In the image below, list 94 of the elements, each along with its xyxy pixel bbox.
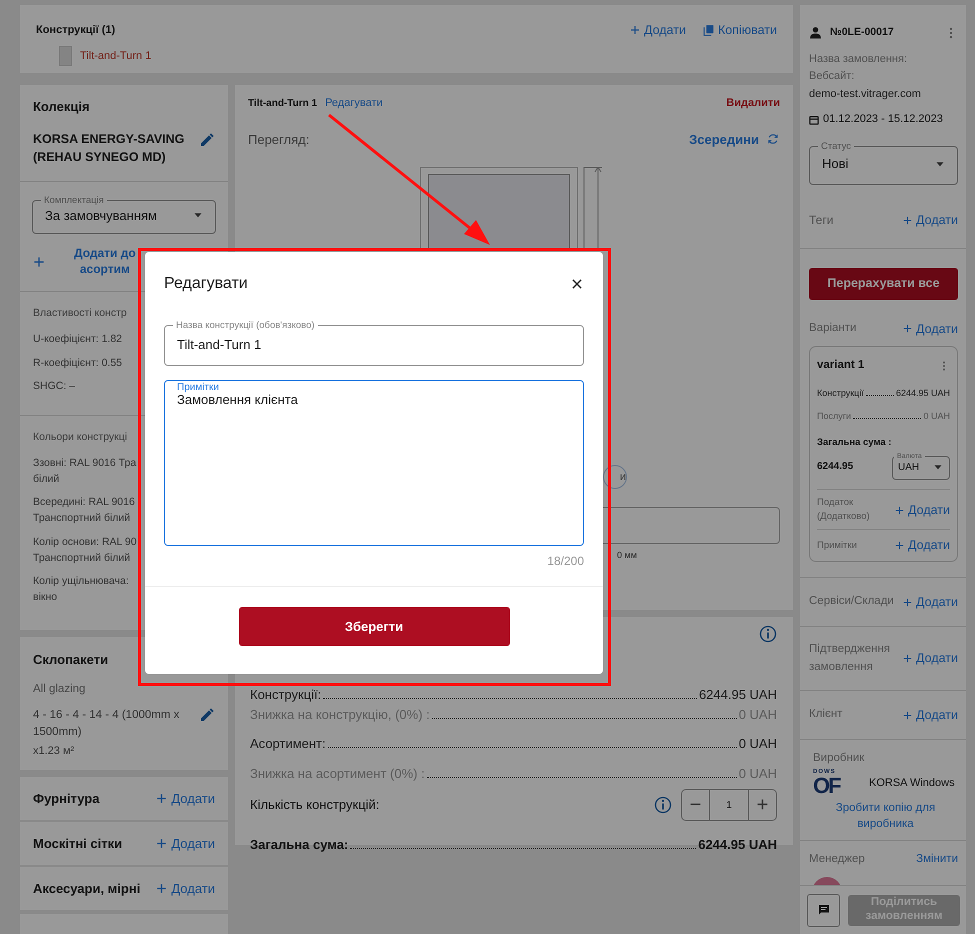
property-text: R-коефіцієнт: 0.55 bbox=[33, 356, 122, 371]
property-text: Колір ущільнювача: вікно bbox=[33, 574, 129, 606]
section-title: Властивості констр bbox=[33, 306, 127, 322]
change-link[interactable]: Змінити bbox=[916, 850, 958, 868]
view-label: Перегляд: bbox=[248, 130, 310, 149]
view-toggle[interactable]: Зсередини bbox=[689, 130, 780, 149]
copy-link[interactable]: Копіювати bbox=[702, 21, 777, 40]
date-range: 01.12.2023 - 15.12.2023 bbox=[823, 112, 943, 128]
variant-name: variant 1 bbox=[817, 358, 864, 374]
section-title: Сервіси/Склади bbox=[809, 594, 895, 610]
variant-total-label: Загальна сума : bbox=[817, 436, 892, 450]
delete-link[interactable]: Видалити bbox=[726, 95, 780, 112]
section-title: Клієнт bbox=[809, 707, 844, 722]
website-text: demo-test.vitrager.com bbox=[809, 86, 922, 102]
property-text: U-коефіцієнт: 1.82 bbox=[33, 332, 122, 347]
construction-tab[interactable]: Tilt-and-Turn 1 bbox=[80, 48, 152, 64]
add-link[interactable]: Додати bbox=[155, 788, 215, 808]
variant-row-value: 0 UAH bbox=[923, 410, 950, 423]
quantity-label: Кількість конструкцій: bbox=[250, 796, 380, 814]
section-title: Аксесуари, мірні bbox=[33, 880, 140, 898]
field-label: Назва конструкції (обов'язково) bbox=[175, 321, 316, 330]
name-field[interactable]: Назва конструкції (обов'язково) Tilt-and-Turn 1 bbox=[164, 321, 584, 366]
add-link[interactable]: Додати bbox=[902, 210, 958, 230]
glazing-area: x1.23 м² bbox=[33, 743, 215, 760]
property-text: SHGC: – bbox=[33, 379, 76, 394]
section-title: Підтвердження замовлення bbox=[809, 642, 892, 674]
variant-total: 6244.95 bbox=[817, 460, 854, 474]
website-label: Вебсайт: bbox=[809, 69, 856, 84]
glazing-subtitle: All glazing bbox=[33, 682, 86, 696]
section-title: Менеджер bbox=[809, 852, 865, 867]
dialog-title: Редагувати bbox=[164, 274, 248, 294]
variant-row-value: 6244.95 UAH bbox=[896, 386, 950, 400]
field-label: Статус bbox=[820, 142, 852, 152]
summary-label: Знижка на асортимент (0%) : bbox=[250, 764, 425, 783]
summary-value: 0 UAH bbox=[738, 764, 777, 782]
minus-button[interactable]: − bbox=[682, 790, 709, 820]
section-title: Виробник bbox=[813, 751, 866, 766]
summary-value: 0 UAH bbox=[738, 706, 777, 724]
variant-row-label: Послуги bbox=[817, 410, 852, 423]
summary-label: Конструкції: bbox=[250, 686, 322, 704]
add-link[interactable]: Додати bbox=[902, 649, 958, 668]
section-title: Фурнітура bbox=[33, 790, 100, 808]
size-text: 0 мм bbox=[617, 549, 637, 562]
section-title: Податок (Додатково) bbox=[817, 496, 871, 524]
section-title: Примітки bbox=[817, 538, 858, 552]
add-assortment-link[interactable]: Додати до асортим bbox=[74, 246, 136, 278]
status-select[interactable]: Статус Нові bbox=[809, 142, 958, 185]
add-link[interactable]: Додати bbox=[902, 320, 958, 338]
manufacturer-name: KORSA Windows bbox=[869, 776, 955, 791]
quantity-value: 1 bbox=[709, 790, 749, 820]
select-value: UAH bbox=[898, 460, 920, 475]
add-link[interactable]: Додати bbox=[894, 536, 950, 555]
select-value: За замовчуванням bbox=[45, 206, 158, 225]
section-title: Склопакети bbox=[33, 651, 110, 669]
total-label: Загальна сума: bbox=[250, 836, 348, 854]
construction-name: Tilt-and-Turn 1 bbox=[248, 96, 318, 111]
summary-label: Знижка на конструкцію, (0%) : bbox=[250, 706, 430, 724]
field-label: Примітки bbox=[177, 382, 220, 393]
property-text: Колір основи: RAL 90 Транспортний білий bbox=[33, 534, 137, 566]
plus-button[interactable]: + bbox=[749, 790, 776, 820]
logo-text: OF bbox=[813, 775, 840, 798]
collection-name: KORSA ENERGY-SAVING (REHAU SYNEGO MD) bbox=[33, 130, 186, 166]
section-title: Москітні сітки bbox=[33, 834, 122, 853]
copy-for-manufacturer-link[interactable]: Зробити копію для виробника bbox=[813, 801, 958, 832]
property-text: Всередині: RAL 9016 Транспортний білий bbox=[33, 495, 135, 526]
summary-value: 6244.95 UAH bbox=[698, 686, 777, 704]
notes-field[interactable]: Примітки Замовлення клієнта bbox=[164, 380, 584, 546]
section-title: Колекція bbox=[33, 98, 91, 116]
add-link[interactable]: Додати bbox=[155, 834, 215, 854]
property-text: Ззовні: RAL 9016 Тра білий bbox=[33, 456, 136, 487]
edit-link[interactable]: Редагувати bbox=[325, 95, 383, 112]
select-value: Нові bbox=[822, 154, 850, 173]
order-number: №0LE-00017 bbox=[830, 25, 895, 40]
variant-row-label: Конструкції bbox=[817, 386, 864, 400]
add-link[interactable]: Додати bbox=[902, 592, 958, 612]
save-button[interactable]: Зберегти bbox=[238, 607, 510, 646]
add-link[interactable]: Додати bbox=[894, 500, 950, 520]
field-label: Комплектація bbox=[43, 196, 105, 206]
total-value: 6244.95 UAH bbox=[698, 836, 777, 854]
add-link[interactable]: Додати bbox=[628, 21, 686, 40]
glazing-spec: 4 - 16 - 4 - 14 - 4 (1000mm x 1500mm) bbox=[33, 708, 180, 740]
section-title: Кольори конструкці bbox=[33, 430, 128, 446]
quantity-stepper[interactable]: − 1 + bbox=[681, 789, 777, 821]
summary-label: Асортимент: bbox=[250, 735, 326, 753]
character-counter: 18/200 bbox=[546, 553, 584, 570]
configuration-select[interactable]: Комплектація За замовчуванням bbox=[32, 196, 216, 234]
summary-value: 0 UAH bbox=[738, 735, 777, 753]
add-link[interactable]: Додати bbox=[155, 878, 215, 898]
section-title: Теги bbox=[809, 212, 834, 230]
recalculate-button[interactable]: Перерахувати все bbox=[809, 268, 958, 300]
add-link[interactable]: Додати bbox=[902, 706, 958, 724]
section-title: Варіанти bbox=[809, 321, 856, 336]
section-title: Конструкції (1) bbox=[36, 23, 116, 38]
order-name-label: Назва замовлення: bbox=[809, 52, 908, 67]
